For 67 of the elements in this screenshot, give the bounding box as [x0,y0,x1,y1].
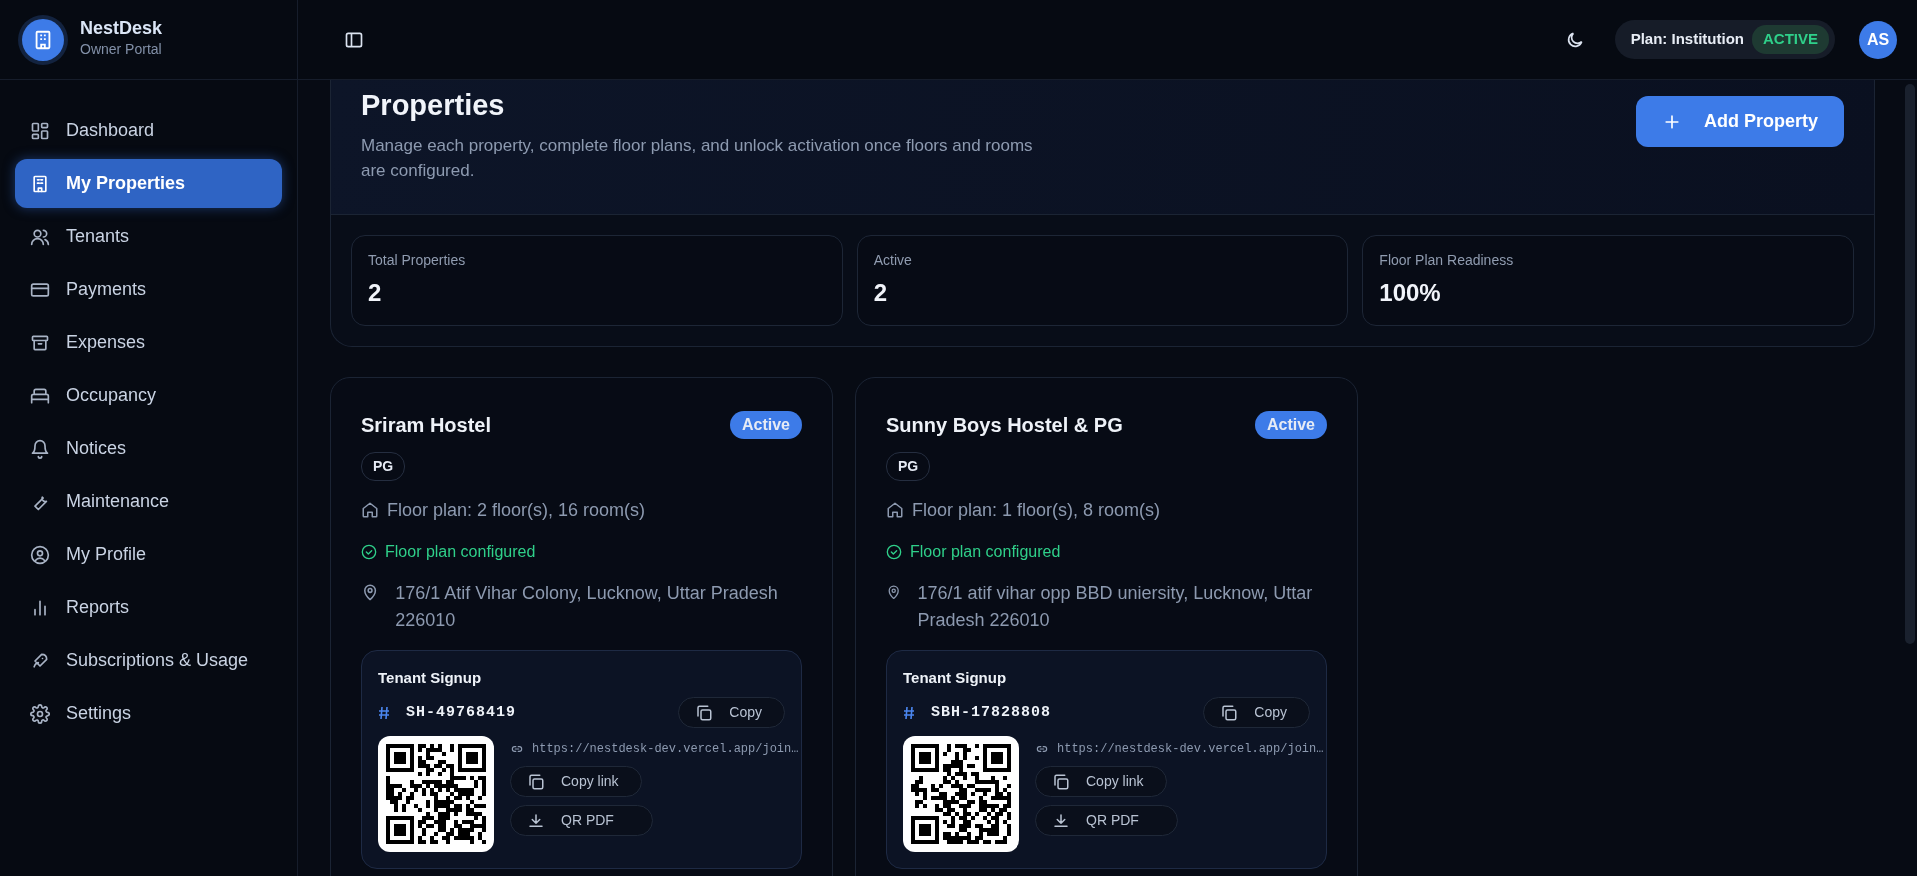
copy-icon [1052,772,1070,791]
property-address: 176/1 atif vihar opp BBD uniersity, Lucknow, Uttar Pradesh 226010 [917,581,1314,632]
copy-button[interactable]: Copy [678,697,785,729]
copy-icon [695,703,714,722]
home-icon [361,501,379,520]
status-badge: Active [729,410,802,439]
floor-plan-status: Floor plan configured [910,541,1061,562]
nav-item[interactable]: Expenses [15,318,282,367]
nav-item[interactable]: Reports [15,583,282,632]
plan-status: ACTIVE [1752,25,1829,54]
qr-pdf-button[interactable]: QR PDF [1035,805,1178,837]
qr-pdf-button[interactable]: QR PDF [510,805,653,837]
page-title: Properties [361,88,506,123]
signup-link[interactable]: https://nestdesk-dev.vercel.app/join… [1057,740,1324,759]
nav-item[interactable]: Occupancy [15,371,282,420]
signup-code: SH-49768419 [406,702,517,723]
app-name: NestDesk [80,19,163,39]
grid-icon [30,120,50,141]
stat-value: 100% [1379,277,1442,308]
property-name: Sunny Boys Hostel & PG [886,412,1123,438]
nav-item[interactable]: Maintenance [15,477,282,526]
stat-label: Active [873,250,913,270]
stat-label: Floor Plan Readiness [1379,250,1515,270]
copy-icon [527,772,545,791]
download-icon [527,811,545,830]
app-subtitle: Owner Portal [80,39,163,59]
type-badge: PG [361,451,406,481]
user-circle-icon [30,544,50,565]
floor-plan-status: Floor plan configured [385,541,536,562]
building-icon [30,173,50,194]
hash-icon [903,705,915,720]
stat-label: Total Properties [368,250,467,270]
status-badge: Active [1254,410,1327,439]
home-icon [886,501,904,520]
property-name: Sriram Hostel [361,412,492,438]
floor-plan-summary: Floor plan: 1 floor(s), 8 room(s) [912,498,1161,522]
nav-item[interactable]: Notices [15,424,282,473]
copy-icon [1220,703,1239,722]
nav-item[interactable]: Settings [15,689,282,738]
scrollbar[interactable] [1905,84,1915,644]
stat-value: 2 [873,277,888,308]
copy-button[interactable]: Copy [1203,697,1310,729]
plan-label: Plan: Institution [1630,29,1744,50]
user-avatar[interactable]: AS [1859,20,1897,59]
download-icon [1052,811,1070,830]
bell-icon [30,438,50,459]
nav-item[interactable]: My Profile [15,530,282,579]
signup-code: SBH-17828808 [931,702,1052,723]
property-address: 176/1 Atif Vihar Colony, Lucknow, Uttar Pradesh 226010 [395,581,779,632]
type-badge: PG [886,451,931,481]
signup-link[interactable]: https://nestdesk-dev.vercel.app/join… [532,740,799,759]
nav-item[interactable]: My Properties [15,159,282,208]
nav-item[interactable]: Dashboard [15,106,282,155]
copy-link-button[interactable]: Copy link [1035,766,1167,798]
floor-plan-summary: Floor plan: 2 floor(s), 16 room(s) [387,498,646,522]
nav-item[interactable]: Subscriptions & Usage [15,636,282,685]
logo-icon [22,18,64,61]
nav-item[interactable]: Payments [15,265,282,314]
add-property-button[interactable]: Add Property [1636,96,1844,147]
nav-item[interactable]: Tenants [15,212,282,261]
page-description: Manage each property, complete floor plans, and unlock activation once floors and rooms are configured. [361,134,1034,183]
gear-icon [30,703,50,724]
hash-icon [378,705,390,720]
signup-title: Tenant Signup [378,667,483,688]
copy-link-button[interactable]: Copy link [510,766,642,798]
signup-title: Tenant Signup [903,667,1008,688]
stat-value: 2 [368,277,383,308]
